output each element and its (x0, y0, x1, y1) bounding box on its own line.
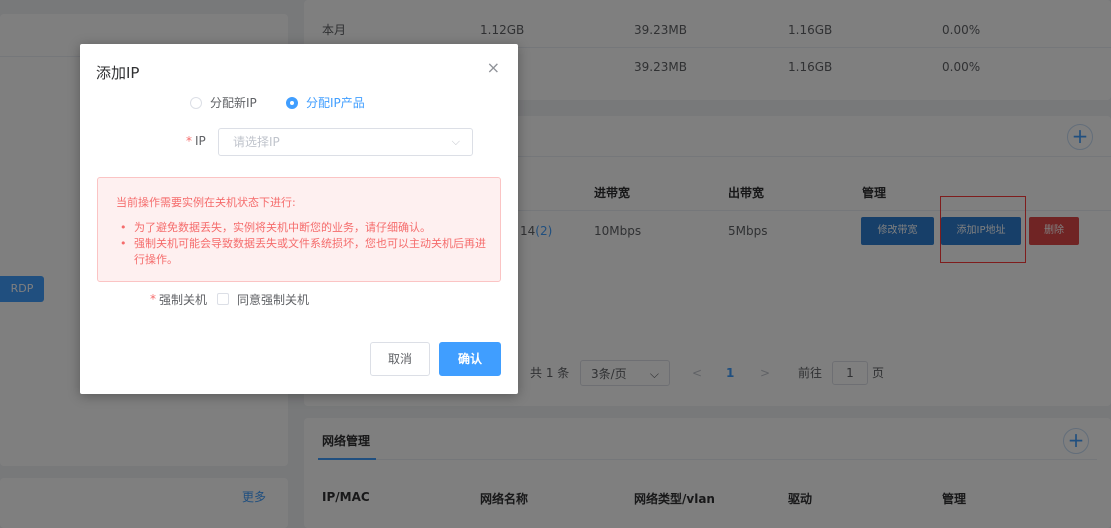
force-shutdown-checkbox-label[interactable]: 同意强制关机 (237, 291, 309, 308)
ip-placeholder: 请选择IP (233, 135, 280, 149)
add-ip-dialog: 添加IP × 分配新IP 分配IP产品 * IP 请选择IP ⌵ 当前操作需要实例… (80, 44, 518, 394)
cancel-button[interactable]: 取消 (370, 342, 430, 376)
warning-alert: 当前操作需要实例在关机状态下进行: 为了避免数据丢失，实例将关机中断您的业务，请… (97, 177, 501, 282)
radio-circle (190, 96, 202, 109)
force-shutdown-checkbox[interactable] (217, 293, 230, 305)
warning-item: 为了避免数据丢失，实例将关机中断您的业务，请仔细确认。 (120, 220, 490, 236)
close-icon[interactable]: × (487, 58, 500, 77)
ip-select[interactable]: 请选择IP ⌵ (218, 128, 473, 156)
radio-circle (286, 96, 298, 109)
chevron-down-icon: ⌵ (451, 135, 460, 148)
ip-label: * IP (186, 134, 206, 148)
dialog-title: 添加IP (96, 64, 140, 82)
ip-label-text: IP (195, 134, 206, 148)
warning-list: 为了避免数据丢失，实例将关机中断您的业务，请仔细确认。 强制关机可能会导致数据丢… (120, 220, 490, 268)
force-shutdown-label: 强制关机 (159, 292, 208, 307)
warning-title: 当前操作需要实例在关机状态下进行: (116, 196, 296, 209)
radio-ip-product[interactable]: 分配IP产品 (286, 94, 365, 111)
required-mark: * (150, 292, 156, 306)
radio-label: 分配IP产品 (306, 96, 365, 110)
warning-item: 强制关机可能会导致数据丢失或文件系统损坏，您也可以主动关机后再进行操作。 (120, 236, 490, 268)
required-mark: * (186, 134, 192, 148)
radio-label: 分配新IP (210, 96, 257, 110)
radio-new-ip[interactable]: 分配新IP (190, 94, 257, 111)
confirm-button[interactable]: 确认 (439, 342, 501, 376)
force-shutdown-row: * 强制关机 同意强制关机 (150, 290, 309, 308)
